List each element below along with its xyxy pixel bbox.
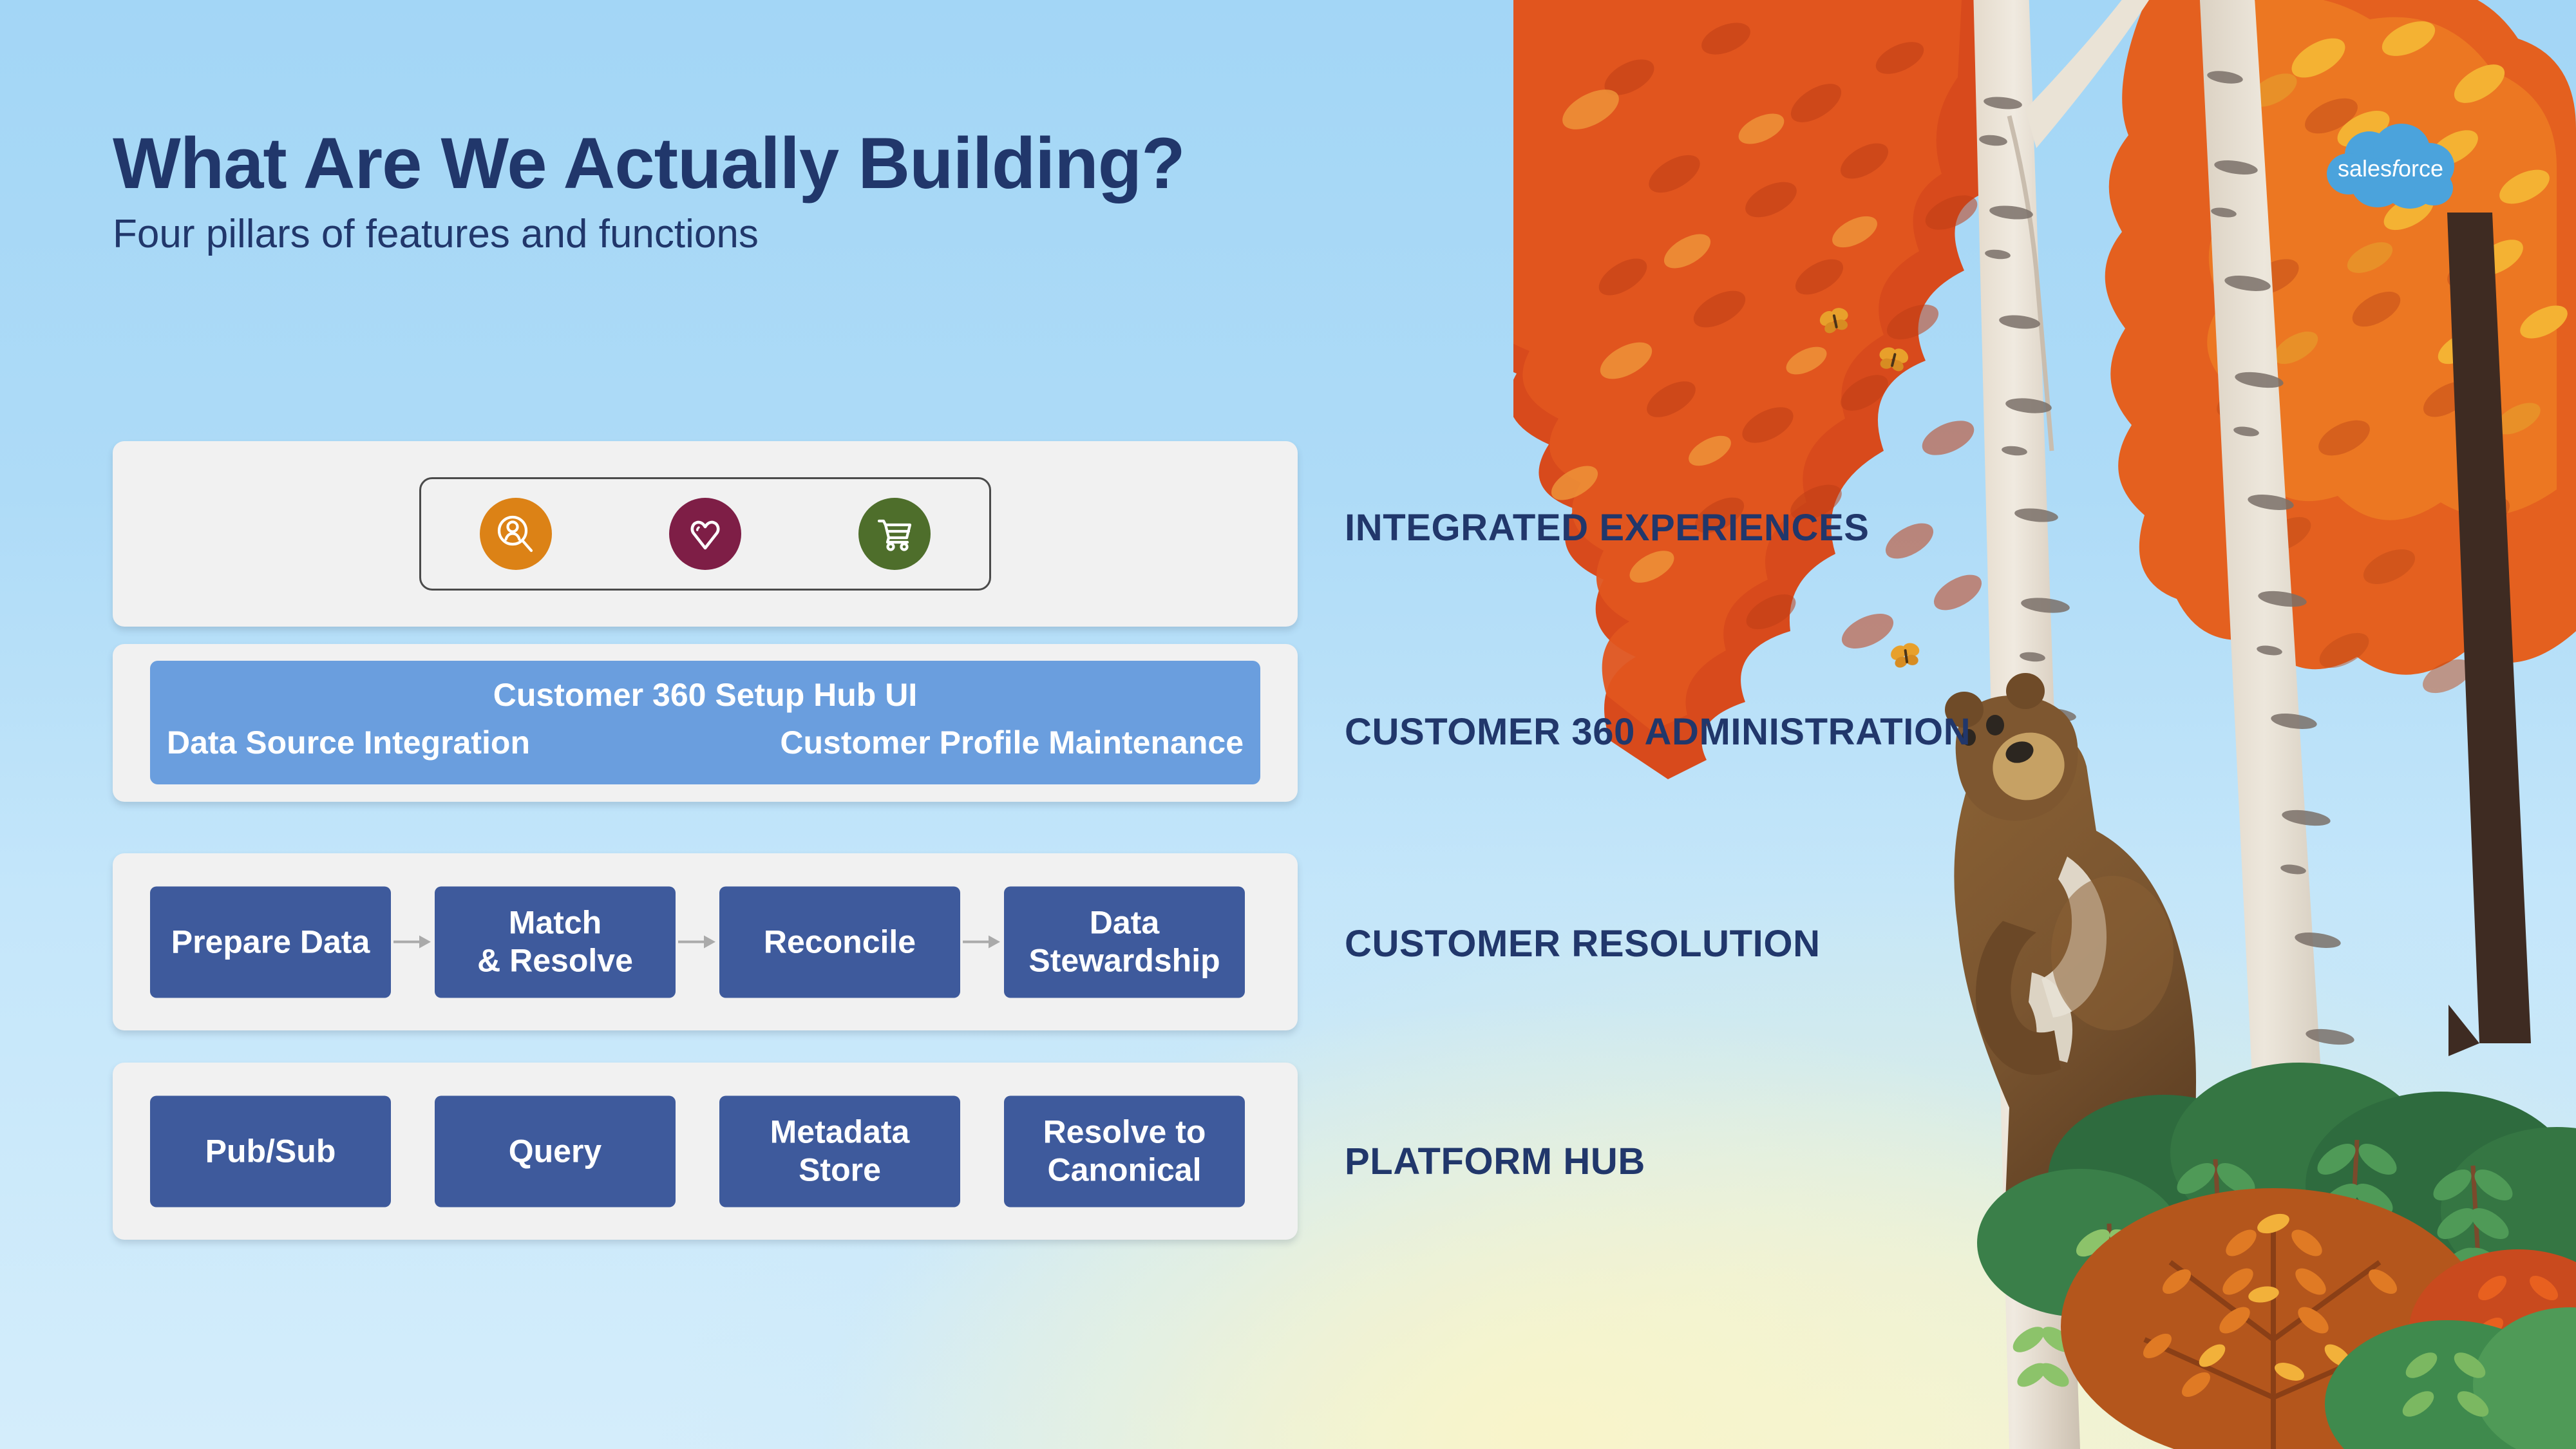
panel-customer-resolution: Prepare Data Match & Resolve Reconcile Da…	[113, 853, 1298, 1030]
flow-box-data-stewardship[interactable]: Data Stewardship	[1004, 886, 1245, 998]
panel-platform-hub: Pub/Sub Query Metadata Store Resolve to Ca…	[113, 1063, 1298, 1240]
data-source-integration-label: Data Source Integration	[167, 724, 530, 761]
box-pub-sub[interactable]: Pub/Sub	[150, 1095, 391, 1207]
platform-hub-boxes: Pub/Sub Query Metadata Store Resolve to Ca…	[150, 1095, 1245, 1207]
customer-360-setup-hub-bar[interactable]: Customer 360 Setup Hub UI Data Source In…	[150, 661, 1260, 784]
page-title: What Are We Actually Building?	[113, 123, 1186, 204]
box-metadata-store[interactable]: Metadata Store	[719, 1095, 960, 1207]
icon-strip	[419, 477, 991, 591]
butterfly-lower	[1891, 643, 1920, 668]
slide-header: What Are We Actually Building? Four pill…	[113, 123, 1186, 257]
panel-customer-360-administration: Customer 360 Setup Hub UI Data Source In…	[113, 644, 1298, 802]
box-query[interactable]: Query	[435, 1095, 676, 1207]
box-resolve-to-canonical[interactable]: Resolve to Canonical	[1004, 1095, 1245, 1207]
customer-resolution-flow: Prepare Data Match & Resolve Reconcile Da…	[150, 886, 1245, 998]
customer-profile-maintenance-label: Customer Profile Maintenance	[780, 724, 1244, 761]
category-label-customer-360-administration: CUSTOMER 360 ADMINISTRATION	[1345, 711, 1971, 753]
shopping-cart-icon[interactable]	[858, 498, 931, 570]
category-label-platform-hub: PLATFORM HUB	[1345, 1141, 1645, 1182]
flow-box-prepare-data[interactable]: Prepare Data	[150, 886, 391, 998]
setup-hub-ui-label: Customer 360 Setup Hub UI	[493, 677, 918, 713]
arrow-right-icon	[391, 929, 435, 955]
category-label-customer-resolution: CUSTOMER RESOLUTION	[1345, 923, 1821, 965]
salesforce-wordmark: salesforce	[2338, 155, 2443, 182]
panel-integrated-experiences	[113, 441, 1298, 627]
category-label-integrated-experiences: INTEGRATED EXPERIENCES	[1345, 507, 1870, 549]
slide-canvas: What Are We Actually Building? Four pill…	[0, 0, 2576, 1449]
heart-icon[interactable]	[669, 498, 741, 570]
flow-box-match-resolve[interactable]: Match & Resolve	[435, 886, 676, 998]
arrow-right-icon	[960, 929, 1004, 955]
person-search-icon[interactable]	[480, 498, 552, 570]
salesforce-logo: salesforce	[2323, 124, 2458, 214]
flow-box-reconcile[interactable]: Reconcile	[719, 886, 960, 998]
page-subtitle: Four pillars of features and functions	[113, 211, 759, 256]
arrow-right-icon	[676, 929, 719, 955]
